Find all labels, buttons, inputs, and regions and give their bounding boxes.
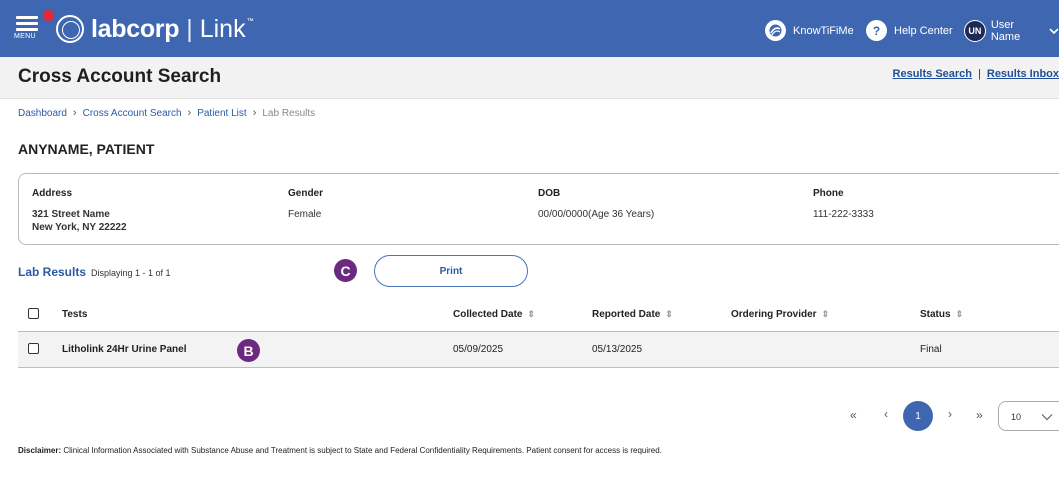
help-center-link[interactable]: ? Help Center bbox=[866, 20, 953, 41]
patient-info-card: Address 321 Street Name New York, NY 222… bbox=[18, 173, 1059, 245]
previous-page-button[interactable]: ‹ bbox=[884, 407, 888, 421]
user-name: User Name bbox=[990, 19, 1021, 43]
gender-label: Gender bbox=[288, 188, 324, 199]
chevron-right-icon: › bbox=[252, 107, 257, 119]
reported-date-cell: 05/13/2025 bbox=[592, 344, 643, 355]
displaying-count: Displaying 1 - 1 of 1 bbox=[91, 268, 171, 278]
menu-icon-bar bbox=[16, 22, 38, 25]
phone-value: 111-222-3333 bbox=[813, 209, 874, 220]
results-links: Results Search | Results Inbox bbox=[893, 68, 1059, 80]
phone-label: Phone bbox=[813, 188, 844, 199]
first-page-button[interactable]: « bbox=[850, 408, 857, 422]
trademark: ™ bbox=[246, 17, 254, 25]
lab-results-heading: Lab Results Displaying 1 - 1 of 1 bbox=[18, 265, 171, 279]
page-title: Cross Account Search bbox=[18, 66, 222, 87]
help-icon: ? bbox=[866, 20, 887, 41]
sort-icon[interactable]: ⇕ bbox=[956, 309, 964, 320]
reported-date-header-label: Reported Date bbox=[592, 309, 661, 320]
dob-column: DOB 00/00/0000(Age 36 Years) bbox=[538, 188, 654, 221]
disclaimer: Disclaimer: Clinical Information Associa… bbox=[18, 446, 662, 455]
dob-value: 00/00/0000(Age 36 Years) bbox=[538, 209, 655, 220]
menu-icon-bar bbox=[16, 28, 38, 31]
status-cell: Final bbox=[920, 344, 942, 355]
sort-icon[interactable]: ⇕ bbox=[665, 309, 673, 320]
breadcrumb-dashboard[interactable]: Dashboard bbox=[18, 108, 67, 119]
select-all-checkbox[interactable] bbox=[28, 308, 39, 319]
results-inbox-link[interactable]: Results Inbox bbox=[987, 68, 1059, 80]
gender-column: Gender Female bbox=[288, 188, 323, 221]
lab-results-title: Lab Results bbox=[18, 265, 87, 279]
breadcrumb: Dashboard › Cross Account Search › Patie… bbox=[18, 107, 315, 119]
breadcrumb-cross-account-search[interactable]: Cross Account Search bbox=[83, 108, 182, 119]
page-1-button[interactable]: 1 bbox=[903, 401, 933, 431]
knowtifime-link[interactable]: KnowTiFiMe bbox=[765, 20, 854, 41]
user-menu[interactable]: UN User Name bbox=[964, 19, 1059, 43]
row-checkbox[interactable] bbox=[28, 343, 39, 354]
top-header: MENU labcorp | Link ™ KnowTiFiMe ? Help … bbox=[0, 0, 1059, 57]
page-size-value: 10 bbox=[1011, 412, 1022, 422]
tests-header-label: Tests bbox=[62, 309, 88, 320]
chevron-down-icon bbox=[1049, 28, 1059, 35]
menu-label: MENU bbox=[14, 33, 36, 40]
column-header-status[interactable]: Status ⇕ bbox=[920, 309, 963, 320]
help-center-label: Help Center bbox=[894, 24, 953, 37]
labcorp-logo-icon bbox=[56, 15, 84, 43]
ordering-provider-header-label: Ordering Provider bbox=[731, 309, 817, 320]
knowtifime-icon bbox=[765, 20, 786, 41]
disclaimer-label: Disclaimer: bbox=[18, 446, 62, 455]
gender-value: Female bbox=[288, 209, 322, 220]
phone-column: Phone 111-222-3333 bbox=[813, 188, 874, 221]
column-header-reported-date[interactable]: Reported Date ⇕ bbox=[592, 309, 673, 320]
avatar: UN bbox=[964, 20, 986, 42]
print-button[interactable]: Print bbox=[374, 255, 528, 287]
column-header-tests[interactable]: Tests bbox=[62, 309, 87, 320]
menu-button[interactable]: MENU bbox=[14, 14, 44, 44]
status-header-label: Status bbox=[920, 309, 951, 320]
page-header: Cross Account Search Results Search | Resu… bbox=[0, 57, 1059, 99]
collected-date-cell: 05/09/2025 bbox=[453, 344, 504, 355]
breadcrumb-lab-results: Lab Results bbox=[262, 107, 316, 119]
last-page-button[interactable]: » bbox=[976, 408, 983, 422]
results-search-link[interactable]: Results Search bbox=[893, 68, 972, 80]
chevron-right-icon: › bbox=[72, 107, 77, 119]
sort-icon[interactable]: ⇕ bbox=[527, 309, 535, 320]
logo-separator: | bbox=[186, 14, 193, 43]
sort-icon[interactable]: ⇕ bbox=[822, 309, 830, 320]
notification-dot-icon[interactable] bbox=[43, 10, 54, 21]
disclaimer-text: Clinical Information Associated with Sub… bbox=[61, 446, 662, 455]
address-line2: New York, NY 22222 bbox=[32, 222, 127, 233]
callout-marker-b: B bbox=[237, 339, 260, 362]
test-name-cell[interactable]: Litholink 24Hr Urine Panel bbox=[62, 344, 186, 355]
address-column: Address 321 Street Name New York, NY 222… bbox=[32, 188, 127, 234]
address-label: Address bbox=[32, 188, 73, 199]
breadcrumb-patient-list[interactable]: Patient List bbox=[197, 108, 246, 119]
address-value: 321 Street Name New York, NY 22222 bbox=[32, 208, 127, 234]
brand-name: labcorp bbox=[91, 14, 180, 43]
address-line1: 321 Street Name bbox=[32, 209, 110, 220]
column-header-ordering-provider[interactable]: Ordering Provider ⇕ bbox=[731, 309, 829, 320]
patient-name: ANYNAME, PATIENT bbox=[18, 141, 155, 157]
collected-date-header-label: Collected Date bbox=[453, 309, 523, 320]
page-size-select[interactable]: 10 bbox=[998, 401, 1059, 431]
callout-marker-c: C bbox=[334, 259, 357, 282]
table-row-divider bbox=[18, 367, 1059, 368]
column-header-collected-date[interactable]: Collected Date ⇕ bbox=[453, 309, 535, 320]
chevron-down-icon bbox=[1041, 414, 1053, 421]
product-name: Link bbox=[199, 14, 246, 43]
link-separator: | bbox=[978, 68, 981, 80]
labcorp-link-logo[interactable]: labcorp | Link ™ bbox=[56, 12, 254, 46]
menu-icon bbox=[16, 16, 38, 19]
knowtifime-label: KnowTiFiMe bbox=[793, 24, 854, 37]
next-page-button[interactable]: › bbox=[948, 407, 952, 421]
dob-label: DOB bbox=[538, 188, 561, 199]
chevron-right-icon: › bbox=[187, 107, 192, 119]
